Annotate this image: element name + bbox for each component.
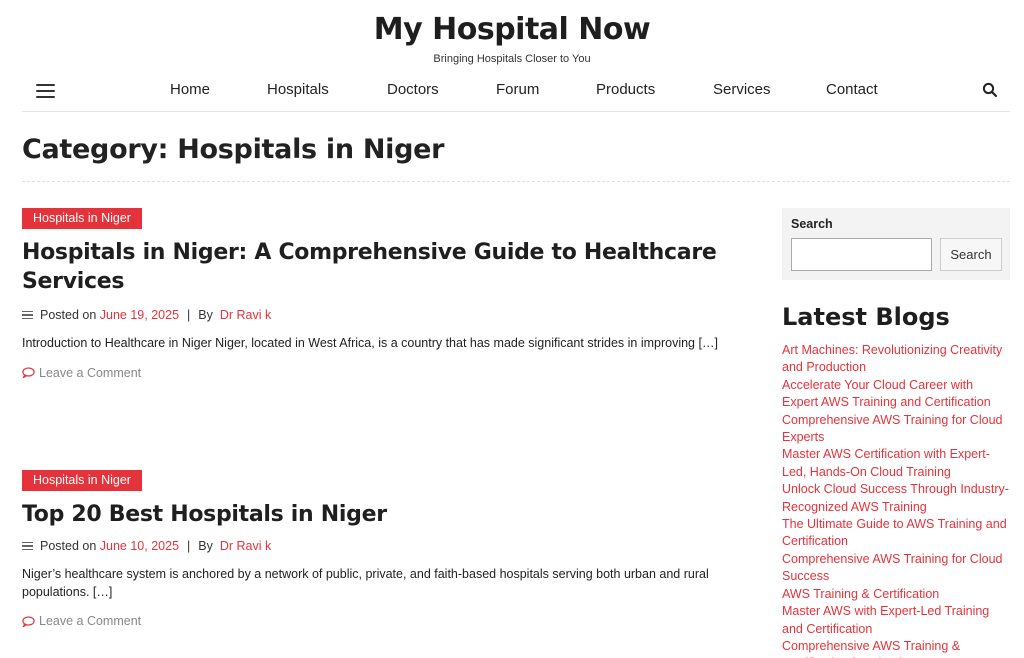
post-card: Hospitals in Niger Hospitals in Niger: A… (22, 208, 762, 380)
category-badge[interactable]: Hospitals in Niger (22, 208, 142, 229)
post-date[interactable]: June 19, 2025 (100, 308, 179, 322)
latest-blog-link[interactable]: Comprehensive AWS Training & Certificati… (782, 638, 1010, 658)
latest-blog-link[interactable]: The Ultimate Guide to AWS Training and C… (782, 516, 1010, 551)
latest-blogs-title: Latest Blogs (782, 303, 950, 331)
post-meta: Posted on June 10, 2025 | By Dr Ravi k (22, 539, 762, 553)
leave-comment-label: Leave a Comment (39, 614, 142, 628)
latest-blog-link[interactable]: AWS Training & Certification (782, 586, 1010, 603)
post-excerpt: Niger’s healthcare system is anchored by… (22, 567, 709, 599)
comment-bubble-icon (22, 367, 35, 378)
nav-item-services[interactable]: Services (713, 81, 771, 98)
post-meta: Posted on June 19, 2025 | By Dr Ravi k (22, 308, 762, 322)
leave-comment-label: Leave a Comment (39, 365, 142, 380)
search-button[interactable]: Search (940, 238, 1002, 271)
post-author[interactable]: Dr Ravi k (220, 539, 271, 553)
posted-on-label: Posted on (40, 308, 97, 322)
hamburger-icon[interactable] (36, 84, 56, 98)
leave-comment-link[interactable]: Leave a Comment (22, 366, 762, 380)
nav-item-products[interactable]: Products (596, 81, 655, 98)
latest-blog-link[interactable]: Art Machines: Revolutionizing Creativity… (782, 342, 1010, 377)
site-title[interactable]: My Hospital Now (0, 12, 1024, 47)
search-icon[interactable] (982, 82, 998, 98)
leave-comment-link[interactable]: Leave a Comment (22, 614, 762, 628)
post-excerpt: Introduction to Healthcare in Niger Nige… (22, 336, 718, 350)
post-title[interactable]: Hospitals in Niger: A Comprehensive Guid… (22, 238, 762, 296)
nav-item-contact[interactable]: Contact (826, 81, 878, 98)
latest-blog-link[interactable]: Master AWS Certification with Expert-Led… (782, 446, 1010, 481)
nav-item-forum[interactable]: Forum (496, 81, 539, 98)
by-label: By (198, 539, 213, 553)
latest-blog-link[interactable]: Master AWS with Expert-Led Training and … (782, 603, 1010, 638)
meta-separator: | (187, 539, 191, 553)
search-widget: Search Search (782, 208, 1010, 280)
latest-blog-link[interactable]: Unlock Cloud Success Through Industry-Re… (782, 481, 1010, 516)
nav-item-hospitals[interactable]: Hospitals (267, 81, 329, 98)
site-header: My Hospital Now Bringing Hospitals Close… (0, 0, 1024, 112)
list-icon (22, 540, 33, 553)
post-author[interactable]: Dr Ravi k (220, 308, 271, 322)
main-navigation: Home Hospitals Doctors Forum Products Se… (22, 74, 1010, 112)
archive-title: Category: Hospitals in Niger (22, 134, 445, 165)
nav-item-doctors[interactable]: Doctors (387, 81, 439, 98)
latest-blog-link[interactable]: Comprehensive AWS Training for Cloud Exp… (782, 412, 1010, 447)
nav-item-home[interactable]: Home (170, 81, 210, 98)
category-badge[interactable]: Hospitals in Niger (22, 470, 142, 491)
comment-bubble-icon (22, 615, 35, 627)
latest-blogs-list: Art Machines: Revolutionizing Creativity… (782, 342, 1010, 658)
by-label: By (198, 308, 213, 322)
post-card: Hospitals in Niger Top 20 Best Hospitals… (22, 470, 762, 628)
latest-blog-link[interactable]: Accelerate Your Cloud Career with Expert… (782, 377, 1010, 412)
posted-on-label: Posted on (40, 539, 97, 553)
latest-blog-link[interactable]: Comprehensive AWS Training for Cloud Suc… (782, 551, 1010, 586)
post-title[interactable]: Top 20 Best Hospitals in Niger (22, 500, 762, 529)
list-icon (22, 309, 33, 322)
title-divider (22, 181, 1010, 182)
search-widget-label: Search (791, 217, 833, 231)
post-date[interactable]: June 10, 2025 (100, 539, 179, 553)
meta-separator: | (187, 308, 191, 322)
site-tagline: Bringing Hospitals Closer to You (433, 53, 591, 65)
search-input[interactable] (791, 238, 932, 271)
